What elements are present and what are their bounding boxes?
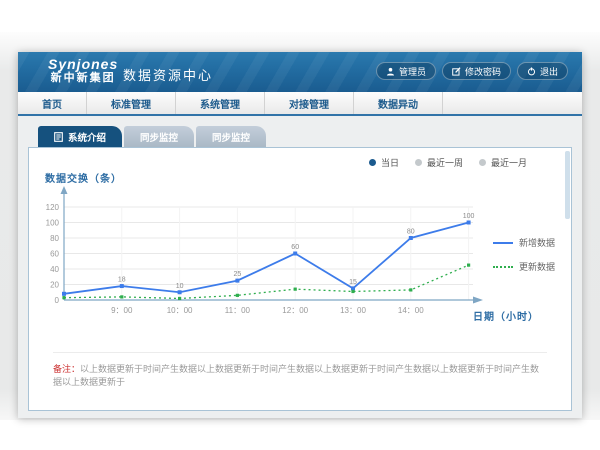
user-icon xyxy=(386,67,395,76)
svg-text:11：00: 11：00 xyxy=(225,306,251,315)
content-area: 系统介绍 同步监控 同步监控 当日 最近一周 xyxy=(18,116,582,411)
svg-text:60: 60 xyxy=(50,250,59,259)
nav-item-standard-mgmt[interactable]: 标准管理 xyxy=(87,92,176,114)
line-chart[interactable]: 0 20 40 60 80 100 120 9：00 10：00 11：00 12：00 13：00 1… xyxy=(35,184,525,334)
svg-text:10：00: 10：00 xyxy=(167,306,193,315)
document-icon xyxy=(54,132,63,142)
logout-label: 退出 xyxy=(540,65,558,78)
radio-last-month[interactable]: 最近一月 xyxy=(479,156,527,169)
svg-text:9：00: 9：00 xyxy=(111,306,133,315)
svg-text:100: 100 xyxy=(463,213,475,220)
radio-today[interactable]: 当日 xyxy=(369,156,399,169)
logo: Synjones 新中新集团 xyxy=(48,56,118,85)
app-window: Synjones 新中新集团 数据资源中心 管理员 修改密码 退出 xyxy=(18,52,582,418)
svg-text:0: 0 xyxy=(55,296,60,305)
y-axis-title: 数据交换（条） xyxy=(45,170,122,185)
tab-system-intro[interactable]: 系统介绍 xyxy=(38,126,122,147)
dotted-line-icon xyxy=(493,266,513,268)
svg-text:25: 25 xyxy=(234,271,242,278)
change-password-button[interactable]: 修改密码 xyxy=(442,62,511,80)
panel-scrollbar-thumb[interactable] xyxy=(565,151,570,219)
tab-bar: 系统介绍 同步监控 同步监控 xyxy=(28,126,572,147)
svg-text:12：00: 12：00 xyxy=(282,306,308,315)
header: Synjones 新中新集团 数据资源中心 管理员 修改密码 退出 xyxy=(18,52,582,92)
radio-last-week[interactable]: 最近一周 xyxy=(415,156,463,169)
radio-dot-icon xyxy=(369,159,376,166)
admin-user-button[interactable]: 管理员 xyxy=(376,62,436,80)
note-text: 以上数据更新于时间产生数据以上数据更新于时间产生数据以上数据更新于时间产生数据以… xyxy=(53,364,539,387)
svg-text:14：00: 14：00 xyxy=(398,306,424,315)
footer-note: 备注：以上数据更新于时间产生数据以上数据更新于时间产生数据以上数据更新于时间产生… xyxy=(53,352,547,389)
line-chart-svg: 0 20 40 60 80 100 120 9：00 10：00 11：00 12：00 13：00 1… xyxy=(35,184,525,334)
svg-text:13：00: 13：00 xyxy=(340,306,366,315)
edit-icon xyxy=(452,67,461,76)
svg-text:10: 10 xyxy=(176,283,184,290)
power-icon xyxy=(527,67,536,76)
svg-text:120: 120 xyxy=(46,203,60,212)
svg-text:20: 20 xyxy=(50,281,59,290)
chart-legend: 新增数据 更新数据 xyxy=(493,236,555,273)
legend-label: 更新数据 xyxy=(519,260,555,273)
radio-label: 当日 xyxy=(381,156,399,169)
svg-text:40: 40 xyxy=(50,265,59,274)
change-password-label: 修改密码 xyxy=(465,65,501,78)
svg-text:15: 15 xyxy=(349,279,357,286)
nav-item-home[interactable]: 首页 xyxy=(18,92,87,114)
svg-text:18: 18 xyxy=(118,277,126,284)
nav-item-system-mgmt[interactable]: 系统管理 xyxy=(176,92,265,114)
nav-item-interface-mgmt[interactable]: 对接管理 xyxy=(265,92,354,114)
svg-text:80: 80 xyxy=(50,234,59,243)
chart-panel: 当日 最近一周 最近一月 数据交换（条） 日期（小时） 020406080100… xyxy=(28,147,572,411)
svg-text:100: 100 xyxy=(46,219,60,228)
admin-user-label: 管理员 xyxy=(399,65,426,78)
logo-brand: Synjones xyxy=(48,56,118,72)
tab-label: 同步监控 xyxy=(212,130,250,144)
header-buttons: 管理员 修改密码 退出 xyxy=(376,62,568,80)
legend-item-updated-data[interactable]: 更新数据 xyxy=(493,260,555,273)
page-title: 数据资源中心 xyxy=(123,65,213,84)
tab-label: 系统介绍 xyxy=(68,130,106,144)
radio-dot-icon xyxy=(479,159,486,166)
logo-company: 新中新集团 xyxy=(48,72,118,85)
tab-sync-monitor-1[interactable]: 同步监控 xyxy=(124,126,194,147)
tab-label: 同步监控 xyxy=(140,130,178,144)
range-filter: 当日 最近一周 最近一月 xyxy=(369,156,527,169)
legend-label: 新增数据 xyxy=(519,236,555,249)
svg-text:80: 80 xyxy=(407,229,415,236)
radio-dot-icon xyxy=(415,159,422,166)
legend-item-new-data[interactable]: 新增数据 xyxy=(493,236,555,249)
radio-label: 最近一周 xyxy=(427,156,463,169)
nav-item-data-change[interactable]: 数据异动 xyxy=(354,92,443,114)
tab-sync-monitor-2[interactable]: 同步监控 xyxy=(196,126,266,147)
solid-line-icon xyxy=(493,242,513,244)
radio-label: 最近一月 xyxy=(491,156,527,169)
main-nav: 首页 标准管理 系统管理 对接管理 数据异动 xyxy=(18,92,582,116)
logout-button[interactable]: 退出 xyxy=(517,62,568,80)
svg-text:60: 60 xyxy=(291,244,299,251)
note-prefix: 备注： xyxy=(53,364,80,374)
